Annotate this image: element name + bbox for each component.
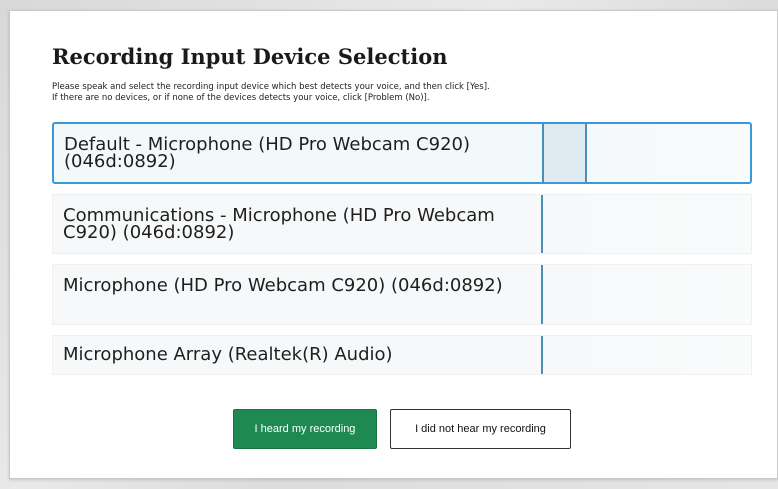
device-label: Default - Microphone (HD Pro Webcam C920… [64,134,470,172]
volume-meter [542,124,750,182]
instruction-line-2: If there are no devices, or if none of t… [52,93,430,103]
device-label: Communications - Microphone (HD Pro Webc… [63,205,495,243]
volume-meter-level [544,124,588,182]
device-selection-dialog: Recording Input Device Selection Please … [9,10,778,479]
volume-meter [541,265,751,324]
volume-meter [541,195,751,253]
instruction-line-1: Please speak and select the recording in… [52,82,490,92]
device-label: Microphone (HD Pro Webcam C920) (046d:08… [63,275,503,296]
volume-meter [541,336,751,374]
device-option-realtek[interactable]: Microphone Array (Realtek(R) Audio) [52,335,752,375]
not-heard-recording-button[interactable]: I did not hear my recording [390,409,571,449]
device-option-communications[interactable]: Communications - Microphone (HD Pro Webc… [52,194,752,254]
instructions: Please speak and select the recording in… [52,82,752,104]
dialog-title: Recording Input Device Selection [52,44,448,69]
device-option-webcam[interactable]: Microphone (HD Pro Webcam C920) (046d:08… [52,264,752,325]
heard-recording-button[interactable]: I heard my recording [233,409,377,449]
device-label: Microphone Array (Realtek(R) Audio) [63,344,393,365]
device-option-default[interactable]: Default - Microphone (HD Pro Webcam C920… [52,122,752,184]
